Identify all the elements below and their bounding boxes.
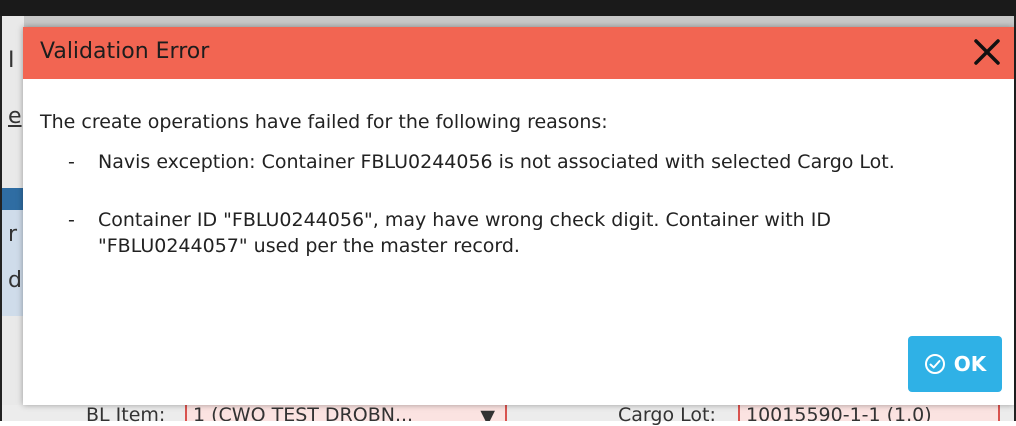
cargo-lot-label: Cargo Lot: — [618, 404, 716, 426]
check-circle-icon — [924, 354, 945, 374]
background-partial-letter: d — [8, 268, 22, 293]
dialog-header: Validation Error — [23, 27, 1014, 79]
error-reason: - Navis exception: Container FBLU0244056… — [40, 149, 968, 175]
cargo-lot-field[interactable]: 10015590-1-1 (1.0) — [738, 404, 1000, 421]
chevron-down-icon: ▼ — [480, 406, 495, 421]
background-partial-letter: r — [8, 222, 18, 247]
ok-button[interactable]: OK — [908, 336, 1002, 392]
background-partial-link[interactable]: e — [8, 104, 22, 129]
close-button[interactable] — [970, 35, 1004, 69]
close-icon — [974, 39, 1000, 65]
validation-error-dialog: Validation Error The create operations h… — [23, 27, 1014, 405]
bl-item-label: BL Item: — [86, 404, 166, 426]
background-partial-letter: I — [8, 48, 15, 73]
cargo-lot-value: 10015590-1-1 (1.0) — [746, 404, 932, 421]
dialog-title: Validation Error — [40, 39, 210, 64]
background-top-bar — [0, 0, 1016, 16]
error-reason-text: Navis exception: Container FBLU0244056 i… — [98, 151, 895, 173]
bl-item-value: 1 (CWO TEST DROBN... — [193, 404, 414, 421]
bullet-dash: - — [68, 209, 75, 231]
bl-item-select[interactable]: 1 (CWO TEST DROBN... ▼ — [185, 404, 507, 421]
dialog-body: The create operations have failed for th… — [40, 109, 994, 259]
bullet-dash: - — [68, 151, 75, 173]
ok-label: OK — [953, 352, 987, 376]
error-reason: - Container ID "FBLU0244056", may have w… — [40, 207, 968, 259]
background-row-selected — [2, 188, 24, 210]
error-intro: The create operations have failed for th… — [40, 111, 608, 133]
error-reason-list: - Navis exception: Container FBLU0244056… — [40, 149, 994, 259]
error-reason-text: Container ID "FBLU0244056", may have wro… — [98, 209, 831, 257]
